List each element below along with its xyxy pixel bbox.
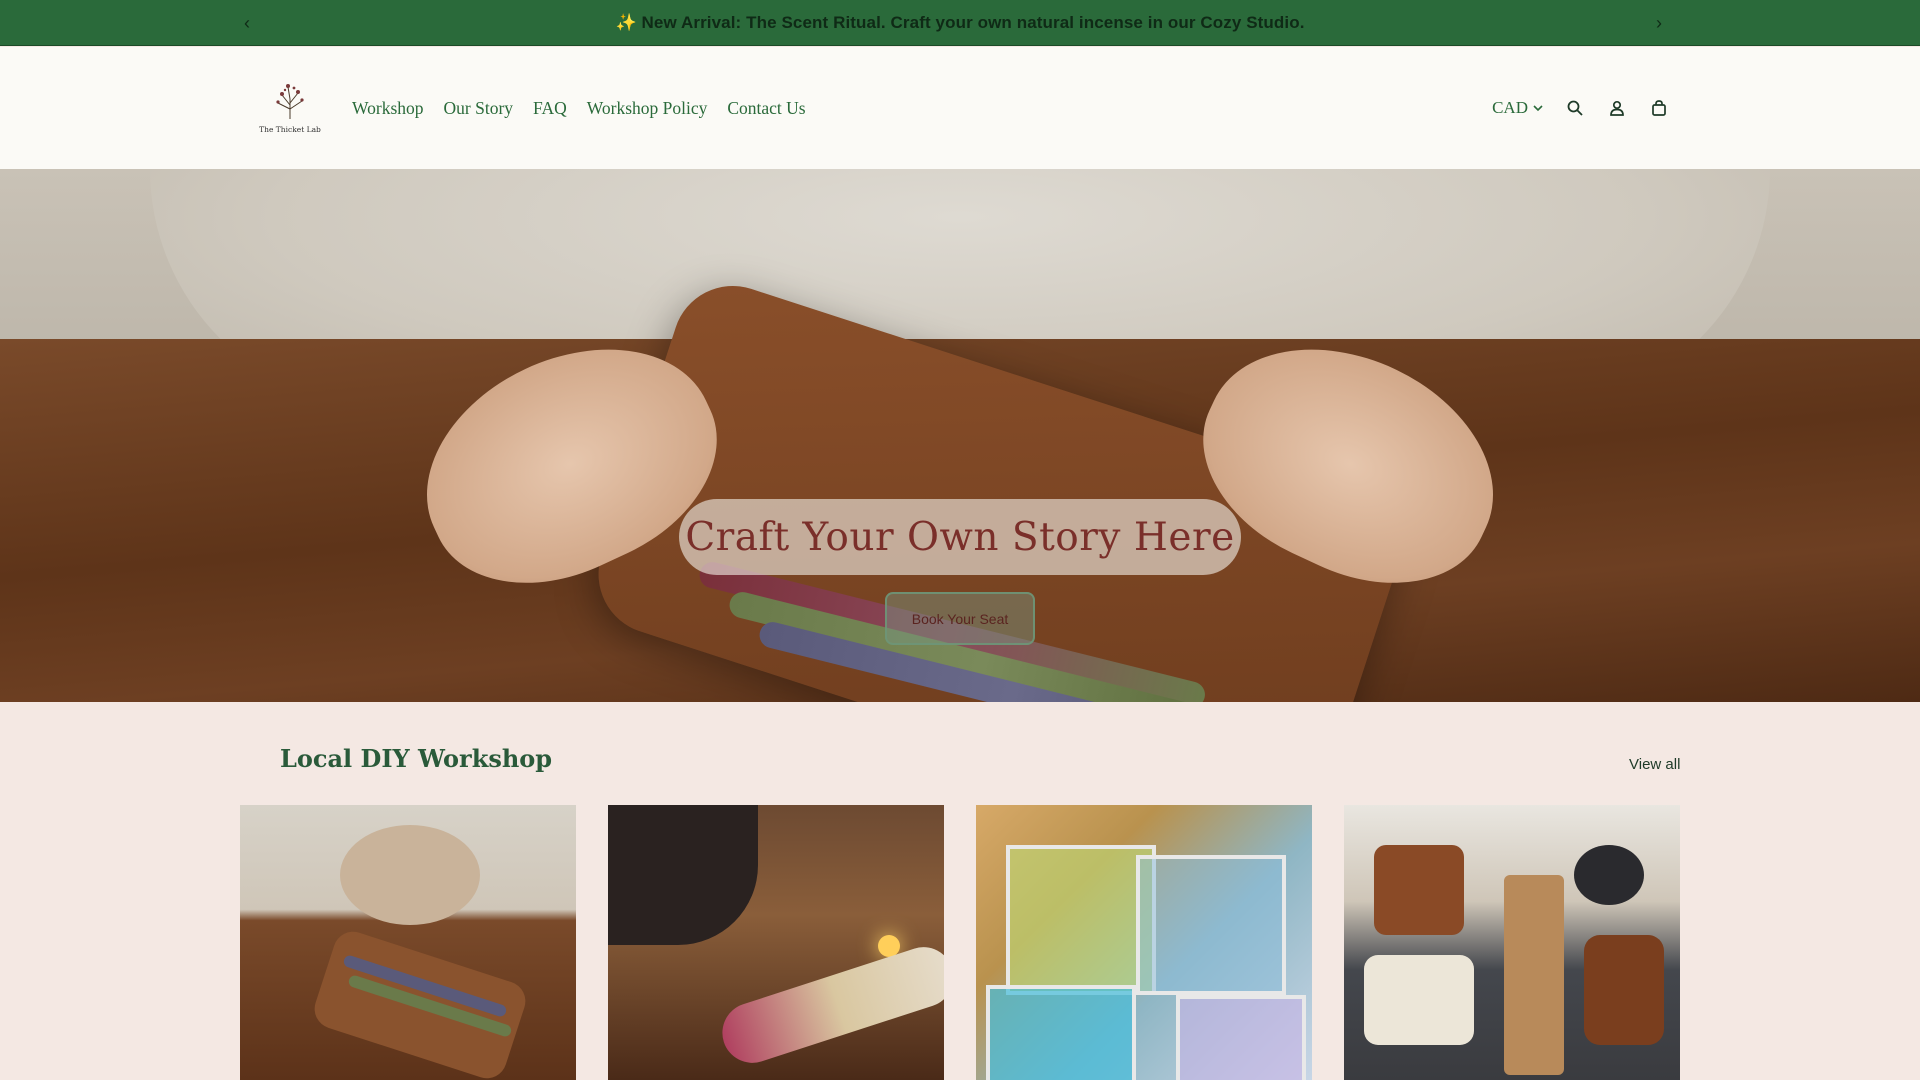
nav-item-workshop-policy[interactable]: Workshop Policy xyxy=(587,98,708,119)
section-title: Local DIY Workshop xyxy=(280,744,553,773)
main-nav: Workshop Our Story FAQ Workshop Policy C… xyxy=(352,47,806,169)
announcement-next-button[interactable]: › xyxy=(1644,0,1674,46)
chevron-left-icon: ‹ xyxy=(244,12,250,33)
view-all-link[interactable]: View all xyxy=(1629,756,1680,773)
chevron-down-icon xyxy=(1533,105,1543,112)
logo-text: The Thicket Lab xyxy=(259,125,321,134)
hero-title: Craft Your Own Story Here xyxy=(685,514,1235,560)
hero-banner: Craft Your Own Story Here Book Your Seat xyxy=(0,169,1920,702)
card-image-bundle xyxy=(714,939,944,1071)
search-icon xyxy=(1567,100,1583,116)
card-image-bag xyxy=(1574,845,1644,905)
nav-item-contact-us[interactable]: Contact Us xyxy=(727,98,805,119)
workshop-card-leather[interactable] xyxy=(1344,805,1680,1080)
announcement-prev-button[interactable]: ‹ xyxy=(232,0,262,46)
card-image-bag xyxy=(1584,935,1664,1045)
card-image-diffuser xyxy=(608,805,758,945)
workshop-card-resin-lamp[interactable] xyxy=(976,805,1312,1080)
nav-item-workshop[interactable]: Workshop xyxy=(352,98,424,119)
nav-item-faq[interactable]: FAQ xyxy=(533,98,567,119)
card-image-stand xyxy=(1504,875,1564,1075)
workshop-card-scent[interactable] xyxy=(608,805,944,1080)
cart-button[interactable] xyxy=(1648,97,1670,119)
card-image-cube xyxy=(1136,855,1286,995)
workshops-section: Local DIY Workshop View all xyxy=(0,702,1920,1080)
logo-tree-icon xyxy=(276,84,304,119)
account-icon xyxy=(1610,100,1624,116)
hero-title-pill: Craft Your Own Story Here xyxy=(679,499,1241,575)
account-button[interactable] xyxy=(1606,97,1628,119)
announcement-text[interactable]: ✨ New Arrival: The Scent Ritual. Craft y… xyxy=(615,13,1304,33)
announcement-bar: ‹ ✨ New Arrival: The Scent Ritual. Craft… xyxy=(0,0,1920,46)
currency-selector[interactable]: CAD xyxy=(1492,98,1544,118)
logo[interactable]: The Thicket Lab xyxy=(255,79,325,139)
card-image-cube xyxy=(986,985,1136,1080)
search-button[interactable] xyxy=(1564,97,1586,119)
cart-icon xyxy=(1652,100,1666,116)
workshop-card-incense[interactable] xyxy=(240,805,576,1080)
card-image-person xyxy=(340,825,480,925)
nav-item-our-story[interactable]: Our Story xyxy=(444,98,514,119)
card-image-cube xyxy=(1006,845,1156,995)
header-tools: CAD xyxy=(1492,47,1670,169)
currency-label: CAD xyxy=(1492,98,1528,117)
card-image-cube xyxy=(1176,995,1306,1080)
card-image-bag xyxy=(1374,845,1464,935)
book-your-seat-button[interactable]: Book Your Seat xyxy=(885,592,1035,645)
site-header: The Thicket Lab Workshop Our Story FAQ W… xyxy=(0,47,1920,169)
card-image-bag xyxy=(1364,955,1474,1045)
chevron-right-icon: › xyxy=(1656,12,1662,33)
